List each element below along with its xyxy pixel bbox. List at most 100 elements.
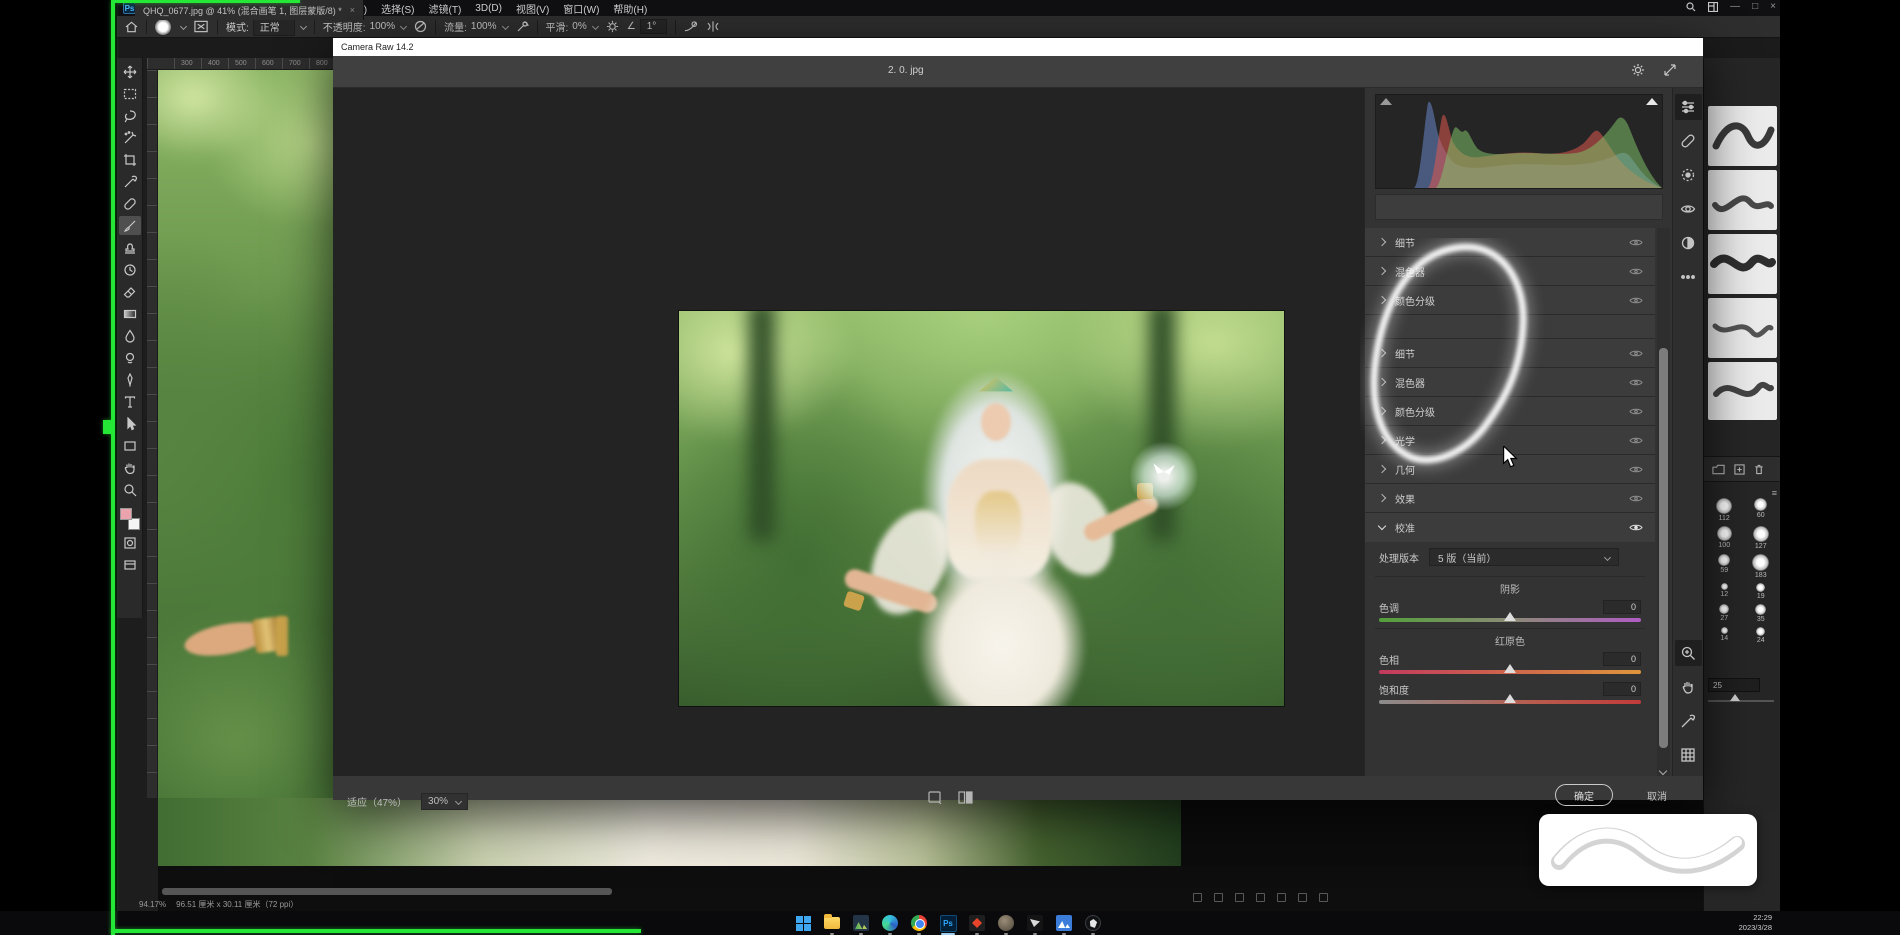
camera-raw-titlebar[interactable]: Camera Raw 14.2 [333, 38, 1703, 56]
panel-menu-icon[interactable]: ≡ [1772, 488, 1777, 498]
eye-icon[interactable] [1629, 465, 1643, 474]
brush-size-slider[interactable] [1708, 700, 1774, 702]
lasso-tool[interactable] [119, 106, 141, 125]
layer-effects-icon[interactable] [1214, 893, 1223, 902]
before-after-view-icon[interactable] [958, 791, 974, 804]
start-button[interactable] [793, 913, 813, 933]
pen-tool[interactable] [119, 370, 141, 389]
brush-preset[interactable]: 14 [1706, 627, 1743, 644]
highlight-clipping-icon[interactable] [1646, 98, 1658, 105]
menu-window[interactable]: 窗口(W) [563, 1, 599, 16]
brush-stroke-preview[interactable] [1708, 362, 1777, 420]
brush-preset-icon[interactable] [155, 19, 171, 35]
obs-app-icon[interactable] [1083, 913, 1103, 933]
smooth-value[interactable]: 0% [572, 21, 586, 32]
eye-icon[interactable] [1629, 523, 1643, 532]
home-icon[interactable] [125, 21, 138, 33]
fullscreen-icon[interactable] [1663, 63, 1677, 77]
eye-icon[interactable] [1629, 494, 1643, 503]
process-version-select[interactable]: 5 版（当前） [1429, 548, 1619, 566]
menu-help[interactable]: 帮助(H) [613, 1, 647, 16]
document-canvas-lower[interactable] [158, 798, 1181, 866]
search-icon[interactable] [1686, 2, 1696, 12]
brush-stroke-preview[interactable] [1708, 298, 1777, 358]
airbrush-icon[interactable] [516, 20, 529, 33]
editor-app-icon[interactable] [1025, 913, 1045, 933]
grid-overlay-toggle[interactable] [1675, 742, 1702, 768]
tab-close-icon[interactable]: × [350, 5, 355, 15]
new-layer-icon[interactable] [1298, 893, 1307, 902]
move-tool[interactable] [119, 62, 141, 81]
new-brush-icon[interactable] [1734, 464, 1745, 475]
symmetry-icon[interactable] [706, 20, 720, 33]
section-detail[interactable]: 细节 [1365, 339, 1655, 368]
section-detail[interactable]: 细节 [1365, 228, 1655, 257]
crop-tool[interactable] [119, 150, 141, 169]
flow-value[interactable]: 100% [471, 21, 497, 32]
object-selection-tool[interactable] [119, 128, 141, 147]
masking-tool[interactable] [1675, 162, 1702, 188]
tint-slider[interactable] [1379, 618, 1641, 622]
history-brush-tool[interactable] [119, 260, 141, 279]
horizontal-scrollbar[interactable] [162, 888, 612, 895]
document-tab[interactable]: QHQ_0677.jpg @ 41% (混合画笔 1, 图层蒙版/8) * × [135, 0, 364, 20]
opacity-control[interactable]: 不透明度: 100% [323, 19, 406, 34]
blur-tool[interactable] [119, 326, 141, 345]
layers-panel-footer-icons[interactable] [1193, 893, 1328, 902]
eyedropper-tool[interactable] [119, 172, 141, 191]
eraser-tool[interactable] [119, 282, 141, 301]
smoothing-gear-icon[interactable] [606, 20, 619, 33]
delete-layer-icon[interactable] [1319, 893, 1328, 902]
foreground-color-swatch[interactable] [120, 508, 132, 520]
brush-size-slider-thumb[interactable] [1730, 694, 1740, 701]
adjustment-layer-icon[interactable] [1256, 893, 1265, 902]
section-color-grading[interactable]: 颜色分级 [1365, 397, 1655, 426]
section-effects[interactable]: 效果 [1365, 484, 1655, 513]
close-button[interactable]: × [1770, 1, 1776, 12]
edge-browser-icon[interactable] [880, 913, 900, 933]
brush-tool[interactable] [119, 216, 141, 235]
type-tool[interactable] [119, 392, 141, 411]
section-calibration[interactable]: 校准 [1365, 513, 1655, 542]
brush-preset[interactable]: 59 [1706, 554, 1743, 579]
eye-icon[interactable] [1629, 349, 1643, 358]
section-color-mixer[interactable]: 混色器 [1365, 257, 1655, 286]
panel-scrollbar[interactable] [1657, 228, 1670, 776]
ok-button[interactable]: 确定 [1555, 784, 1613, 806]
menu-filter[interactable]: 滤镜(T) [429, 1, 462, 16]
zoom-level-select[interactable]: 30% [421, 793, 468, 810]
presets-tool[interactable] [1675, 230, 1702, 256]
brush-preset[interactable]: 12 [1706, 583, 1743, 600]
brush-preset[interactable]: 100 [1706, 526, 1743, 550]
minimize-button[interactable]: — [1730, 1, 1740, 12]
tint-slider-thumb[interactable] [1504, 612, 1516, 621]
path-selection-tool[interactable] [119, 414, 141, 433]
delete-brush-icon[interactable] [1754, 464, 1764, 475]
brush-settings-toggle-icon[interactable] [194, 20, 209, 33]
screen-mode-toggle[interactable] [119, 555, 141, 574]
cancel-button[interactable]: 取消 [1647, 788, 1667, 803]
brush-size-field[interactable]: 25 [1708, 678, 1760, 692]
pressure-size-icon[interactable] [684, 20, 698, 33]
white-balance-eyedropper[interactable] [1675, 708, 1702, 734]
brush-preset[interactable]: 27 [1706, 604, 1743, 623]
taskbar-clock[interactable]: 22:29 2023/3/28 [1739, 913, 1772, 933]
eye-icon[interactable] [1629, 238, 1643, 247]
brush-preset[interactable]: 24 [1743, 627, 1780, 644]
shape-tool[interactable] [119, 436, 141, 455]
red-app-icon[interactable] [967, 913, 987, 933]
brush-preset[interactable]: 127 [1743, 526, 1780, 550]
red-eye-tool[interactable] [1675, 196, 1702, 222]
eye-icon[interactable] [1629, 267, 1643, 276]
hue-slider-thumb[interactable] [1504, 664, 1516, 673]
brush-preset[interactable]: 183 [1743, 554, 1780, 579]
layer-group-icon[interactable] [1277, 893, 1286, 902]
edit-tool[interactable] [1675, 94, 1702, 120]
menu-3d[interactable]: 3D(D) [475, 3, 502, 14]
blue-app-icon[interactable] [1054, 913, 1074, 933]
eye-icon[interactable] [1629, 436, 1643, 445]
new-group-icon[interactable] [1712, 464, 1725, 475]
section-color-grading[interactable]: 颜色分级 [1365, 286, 1655, 315]
eye-icon[interactable] [1629, 296, 1643, 305]
brush-preset[interactable]: 19 [1743, 583, 1780, 600]
